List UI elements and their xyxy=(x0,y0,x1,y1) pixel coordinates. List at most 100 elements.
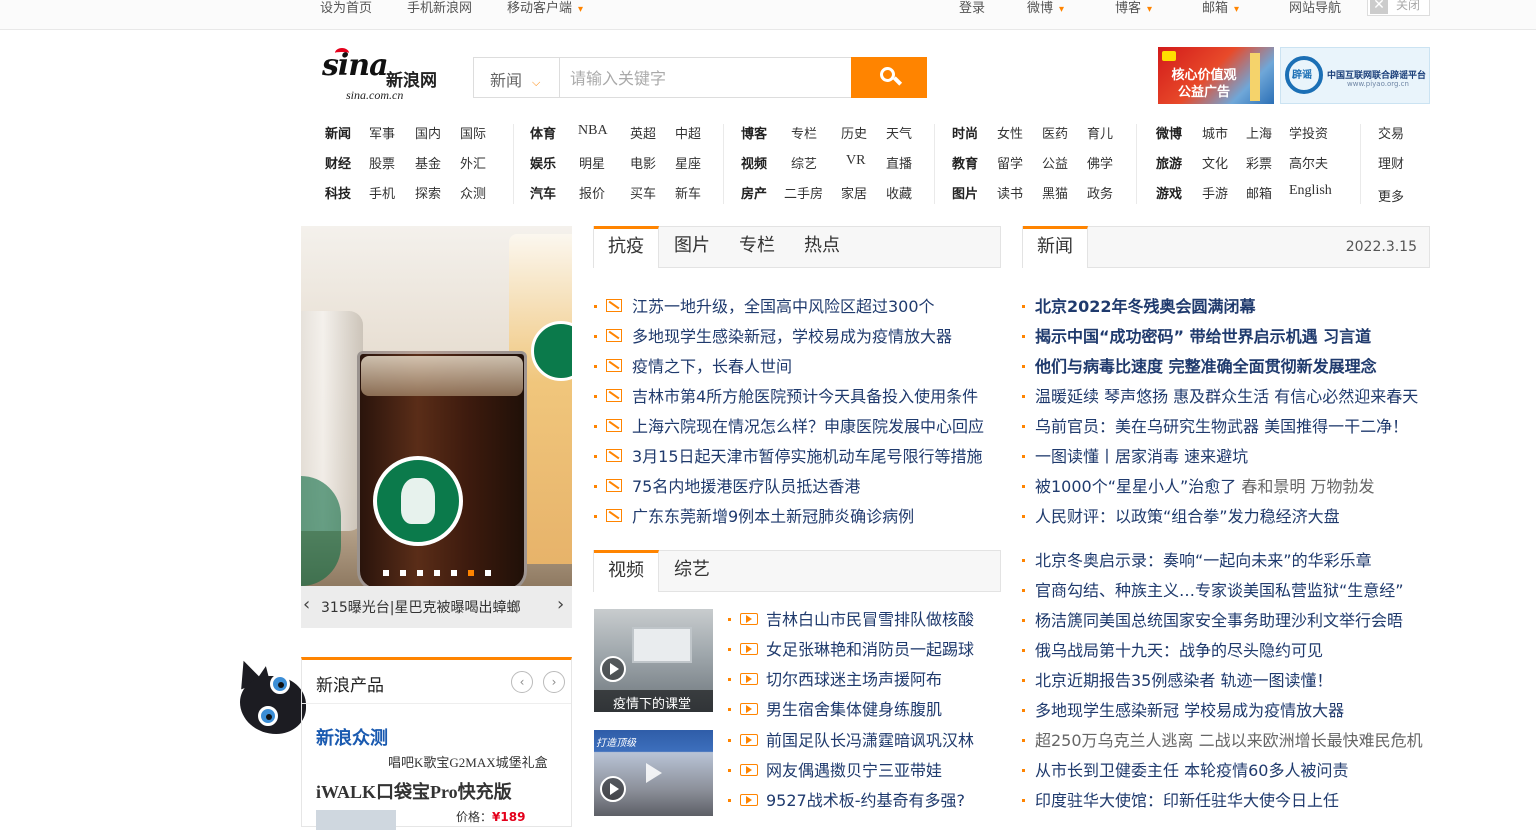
news-link[interactable]: 广东东莞新增9例本土新冠肺炎确诊病例 xyxy=(632,503,914,527)
nav-link[interactable]: 买车 xyxy=(630,183,656,202)
nav-link[interactable]: 邮箱 xyxy=(1246,183,1272,202)
tab-video[interactable]: 视频 xyxy=(594,550,659,592)
close-button[interactable]: ✕ 关闭 xyxy=(1367,0,1430,16)
nav-link[interactable]: 星座 xyxy=(675,153,701,172)
news-link[interactable]: 印度驻华大使馆：印新任驻华大使今日上任 xyxy=(1035,787,1339,811)
nav-link[interactable]: 文化 xyxy=(1202,153,1228,172)
nav-link[interactable]: 科技 xyxy=(325,183,351,202)
news-link[interactable]: 75名内地援港医疗队员抵达香港 xyxy=(632,473,860,497)
tab-epidemic[interactable]: 抗疫 xyxy=(594,226,659,268)
mail-menu[interactable]: 邮箱 ▾ xyxy=(1202,0,1239,16)
nav-link[interactable]: 众测 xyxy=(460,183,486,202)
news-link[interactable]: 上海六院现在情况怎么样？申康医院发展中心回应 xyxy=(632,413,984,437)
news-link[interactable]: 吉林市第4所方舱医院预计今天具备投入使用条件 xyxy=(632,383,978,407)
nav-link[interactable]: 外汇 xyxy=(460,153,486,172)
search-category-select[interactable]: 新闻 ⌵ xyxy=(474,58,560,97)
nav-link[interactable]: 佛学 xyxy=(1087,153,1113,172)
nav-link[interactable]: 时尚 xyxy=(952,123,978,142)
login-link[interactable]: 登录 xyxy=(959,0,985,16)
tab-news[interactable]: 新闻 xyxy=(1023,226,1088,268)
nav-link[interactable]: 高尔夫 xyxy=(1289,153,1328,172)
site-nav-link[interactable]: 网站导航 xyxy=(1289,0,1341,16)
nav-link[interactable]: 政务 xyxy=(1087,183,1113,202)
sina-logo[interactable]: sina 新浪网 sina.com.cn xyxy=(322,48,452,104)
product-link[interactable]: 唱吧K歌宝G2MAX城堡礼盒 xyxy=(388,752,548,771)
rumor-debunk-ad[interactable]: 辟谣 中国互联网联合辟谣平台 www.piyao.org.cn xyxy=(1280,47,1430,104)
nav-link[interactable]: 教育 xyxy=(952,153,978,172)
nav-link[interactable]: 黑猫 xyxy=(1042,183,1068,202)
slideshow-image[interactable] xyxy=(301,226,572,591)
news-link[interactable]: 从市长到卫健委主任 本轮疫情60多人被问责 xyxy=(1035,757,1348,781)
nav-link[interactable]: 留学 xyxy=(997,153,1023,172)
nav-link[interactable]: 微博 xyxy=(1156,123,1182,142)
nav-link[interactable]: 公益 xyxy=(1042,153,1068,172)
news-link[interactable]: 江苏一地升级，全国高中风险区超过300个 xyxy=(632,293,935,317)
tab-pictures[interactable]: 图片 xyxy=(662,226,722,268)
nav-link[interactable]: 上海 xyxy=(1246,123,1272,142)
news-link[interactable]: 北京冬奥启示录：奏响“一起向未来”的华彩乐章 xyxy=(1035,547,1372,571)
news-link[interactable]: 超250万乌克兰人逃离 二战以来欧洲增长最快难民危机 xyxy=(1035,727,1423,751)
nav-link[interactable]: 交易 xyxy=(1378,123,1404,142)
slideshow-caption[interactable]: 315曝光台|星巴克被曝喝出蟑螂 xyxy=(321,597,520,617)
photo-slideshow[interactable]: ‹ 315曝光台|星巴克被曝喝出蟑螂 › xyxy=(301,226,572,628)
tab-variety[interactable]: 综艺 xyxy=(662,550,722,592)
nav-link[interactable]: 新车 xyxy=(675,183,701,202)
nav-link[interactable]: 理财 xyxy=(1378,153,1404,172)
news-link[interactable]: 北京近期报告35例感染者 轨迹一图读懂！ xyxy=(1035,667,1332,691)
news-link[interactable]: 官商勾结、种族主义…专家谈美国私营监狱“生意经” xyxy=(1035,577,1404,601)
news-link[interactable]: 3月15日起天津市暂停实施机动车尾号限行等措施 xyxy=(632,443,983,467)
news-link[interactable]: 人民财评：以政策“组合拳”发力稳经济大盘 xyxy=(1035,503,1340,527)
nav-link[interactable]: 报价 xyxy=(579,183,605,202)
headline-link[interactable]: 北京2022年冬残奥会圆满闭幕 xyxy=(1035,293,1256,317)
nav-link[interactable]: 旅游 xyxy=(1156,153,1182,172)
headline-link[interactable]: 揭示中国“成功密码” 带给世界启示机遇 习言道 xyxy=(1035,323,1371,347)
zhongce-link[interactable]: 新浪众测 xyxy=(316,724,388,750)
chevron-left-icon[interactable]: ‹ xyxy=(511,671,533,693)
nav-link[interactable]: 学投资 xyxy=(1289,123,1328,142)
video-link[interactable]: 9527战术板-约基奇有多强? xyxy=(766,787,965,811)
nav-link[interactable]: 二手房 xyxy=(784,183,823,202)
nav-link[interactable]: 电影 xyxy=(630,153,656,172)
nav-link[interactable]: 女性 xyxy=(997,123,1023,142)
nav-link[interactable]: NBA xyxy=(578,123,608,139)
nav-link[interactable]: 图片 xyxy=(952,183,978,202)
slide-dot[interactable] xyxy=(434,570,440,576)
tab-columns[interactable]: 专栏 xyxy=(727,226,787,268)
nav-link[interactable]: 明星 xyxy=(579,153,605,172)
news-link[interactable]: 温暖延续 琴声悠扬 惠及群众生活 有信心必然迎来春天 xyxy=(1035,383,1418,407)
headline-link[interactable]: 他们与病毒比速度 完整准确全面贯彻新发展理念 xyxy=(1035,353,1377,377)
video-link[interactable]: 前国足队长冯潇霆暗讽巩汉林 xyxy=(766,727,974,751)
nav-link[interactable]: 手游 xyxy=(1202,183,1228,202)
search-input[interactable] xyxy=(570,66,840,90)
blog-menu[interactable]: 博客 ▾ xyxy=(1115,0,1152,16)
chevron-right-icon[interactable]: › xyxy=(557,594,564,615)
video-link[interactable]: 女足张琳艳和消防员一起踢球 xyxy=(766,636,974,660)
nav-link[interactable]: 彩票 xyxy=(1246,153,1272,172)
nav-link[interactable]: 财经 xyxy=(325,153,351,172)
nav-link[interactable]: 视频 xyxy=(741,153,767,172)
product-link[interactable]: iWALK口袋宝Pro快充版 xyxy=(316,778,512,804)
nav-link[interactable]: 收藏 xyxy=(886,183,912,202)
nav-link[interactable]: 国际 xyxy=(460,123,486,142)
slide-dot[interactable] xyxy=(485,570,491,576)
nav-link[interactable]: 医药 xyxy=(1042,123,1068,142)
nav-link[interactable]: 汽车 xyxy=(530,183,556,202)
news-link[interactable]: 多地现学生感染新冠，学校易成为疫情放大器 xyxy=(632,323,952,347)
nav-link[interactable]: 基金 xyxy=(415,153,441,172)
nav-link[interactable]: 天气 xyxy=(886,123,912,142)
nav-link[interactable]: 读书 xyxy=(997,183,1023,202)
nav-link[interactable]: English xyxy=(1289,183,1332,199)
chevron-left-icon[interactable]: ‹ xyxy=(303,594,310,615)
nav-link[interactable]: 专栏 xyxy=(791,123,817,142)
cat-mascot-widget[interactable] xyxy=(232,656,308,740)
nav-link[interactable]: 综艺 xyxy=(791,153,817,172)
news-link[interactable]: 杨洁篪同美国总统国家安全事务助理沙利文举行会晤 xyxy=(1035,607,1403,631)
search-button[interactable] xyxy=(851,57,927,98)
nav-link[interactable]: 直播 xyxy=(886,153,912,172)
slide-dot[interactable] xyxy=(417,570,423,576)
slide-dot[interactable] xyxy=(400,570,406,576)
nav-link[interactable]: 中超 xyxy=(675,123,701,142)
nav-link[interactable]: 探索 xyxy=(415,183,441,202)
news-link[interactable]: 乌前官员：美在乌研究生物武器 美国推得一干二净！ xyxy=(1035,413,1408,437)
chevron-right-icon[interactable]: › xyxy=(543,671,565,693)
